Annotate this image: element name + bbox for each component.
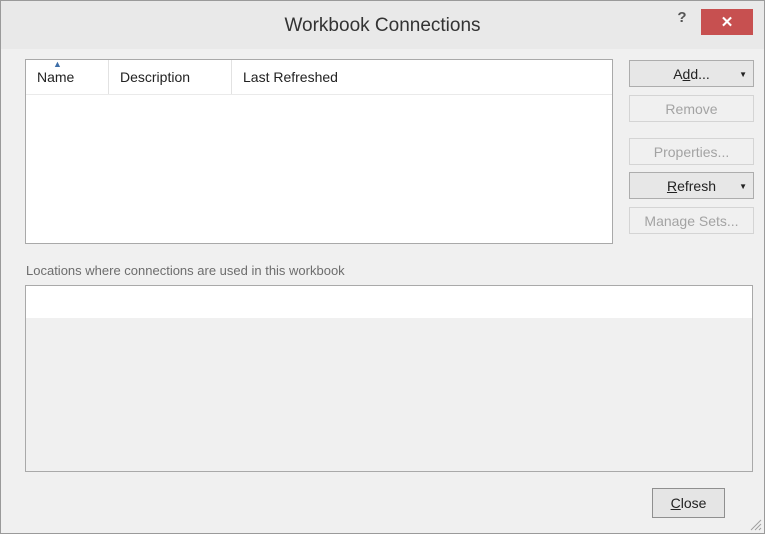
column-header-label: Description	[120, 69, 191, 85]
remove-button[interactable]: Remove	[629, 95, 754, 122]
dialog-title: Workbook Connections	[284, 15, 481, 36]
manage-sets-button[interactable]: Manage Sets...	[629, 207, 754, 234]
locations-list-header	[26, 286, 752, 318]
window-close-button[interactable]: ✕	[701, 9, 753, 35]
help-button[interactable]: ?	[672, 9, 692, 33]
properties-button[interactable]: Properties...	[629, 138, 754, 165]
add-button-label: Add...	[673, 65, 710, 82]
remove-button-label: Remove	[665, 100, 718, 117]
column-header-description[interactable]: Description	[109, 60, 232, 94]
refresh-button[interactable]: Refresh ▼	[629, 172, 754, 199]
header-divider	[26, 94, 612, 95]
refresh-button-label: Refresh	[666, 177, 717, 194]
title-bar[interactable]: Workbook Connections ? ✕	[1, 1, 764, 49]
close-button[interactable]: Close	[652, 488, 725, 518]
column-header-last-refreshed[interactable]: Last Refreshed	[232, 60, 432, 94]
properties-button-label: Properties...	[653, 143, 730, 160]
chevron-down-icon[interactable]: ▼	[739, 70, 747, 79]
manage-sets-button-label: Manage Sets...	[644, 212, 739, 229]
column-header-name[interactable]: ▲ Name	[26, 59, 109, 94]
chevron-down-icon[interactable]: ▼	[739, 182, 747, 191]
close-icon: ✕	[720, 13, 734, 31]
locations-list[interactable]	[25, 285, 753, 472]
add-button[interactable]: Add... ▼	[629, 60, 754, 87]
workbook-connections-dialog: Workbook Connections ? ✕ ▲ Name Descript…	[0, 0, 765, 534]
locations-label: Locations where connections are used in …	[26, 263, 345, 278]
column-header-label: Last Refreshed	[243, 69, 338, 85]
column-header-label: Name	[37, 69, 75, 85]
close-button-label: Close	[670, 495, 707, 511]
sort-ascending-icon: ▲	[53, 59, 62, 69]
connections-list[interactable]: ▲ Name Description Last Refreshed	[25, 59, 613, 244]
resize-grip-icon[interactable]	[748, 517, 762, 531]
